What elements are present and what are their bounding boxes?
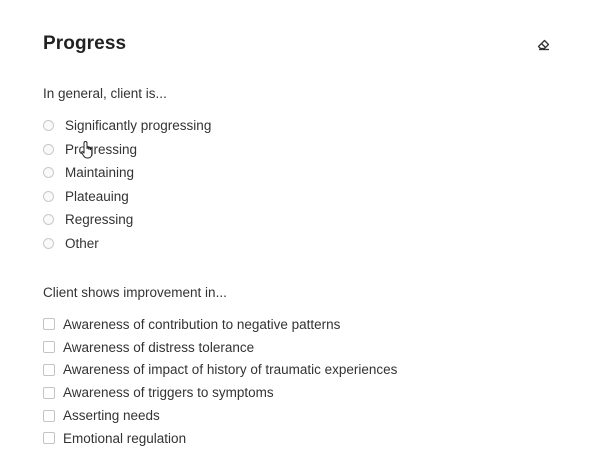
radio-option-significantly-progressing[interactable]: Significantly progressing xyxy=(43,114,211,138)
checkbox-option-label: Awareness of impact of history of trauma… xyxy=(63,362,398,378)
checkbox-option-label: Asserting needs xyxy=(63,408,160,424)
radio-option-maintaining[interactable]: Maintaining xyxy=(43,161,211,185)
checkbox-option-traumatic-experiences[interactable]: Awareness of impact of history of trauma… xyxy=(43,359,397,382)
checkbox-option-asserting-needs[interactable]: Asserting needs xyxy=(43,404,397,427)
radio-button[interactable] xyxy=(43,190,54,202)
radio-option-plateauing[interactable]: Plateauing xyxy=(43,185,211,209)
progress-panel: Progress In general, client is... Signif… xyxy=(0,0,600,465)
radio-button[interactable] xyxy=(43,237,54,249)
checkbox-option-label: Awareness of triggers to symptoms xyxy=(63,385,274,401)
section-title: Progress xyxy=(43,33,127,54)
checkbox[interactable] xyxy=(43,432,55,445)
radio-button[interactable] xyxy=(43,167,54,179)
radio-option-label: Plateauing xyxy=(65,188,129,204)
radio-option-label: Significantly progressing xyxy=(65,118,212,134)
clear-button[interactable] xyxy=(536,36,552,52)
eraser-icon xyxy=(537,39,550,51)
radio-option-label: Progressing xyxy=(65,141,138,157)
checkbox[interactable] xyxy=(43,318,55,331)
improvement-question-label: Client shows improvement in... xyxy=(43,285,227,300)
radio-button[interactable] xyxy=(43,120,54,132)
improvement-checkbox-group: Awareness of contribution to negative pa… xyxy=(43,313,397,450)
radio-option-label: Regressing xyxy=(65,212,134,228)
radio-button[interactable] xyxy=(43,214,54,226)
radio-option-regressing[interactable]: Regressing xyxy=(43,208,211,232)
checkbox-option-negative-patterns[interactable]: Awareness of contribution to negative pa… xyxy=(43,313,397,336)
checkbox[interactable] xyxy=(43,363,55,376)
checkbox-option-triggers-to-symptoms[interactable]: Awareness of triggers to symptoms xyxy=(43,381,397,404)
checkbox[interactable] xyxy=(43,386,55,399)
progress-radio-group: Significantly progressing Progressing Ma… xyxy=(43,114,211,255)
radio-option-progressing[interactable]: Progressing xyxy=(43,138,211,162)
checkbox-option-label: Awareness of contribution to negative pa… xyxy=(63,316,341,332)
radio-button[interactable] xyxy=(43,143,54,155)
radio-option-label: Other xyxy=(65,235,99,251)
checkbox-option-distress-tolerance[interactable]: Awareness of distress tolerance xyxy=(43,336,397,359)
progress-question-label: In general, client is... xyxy=(43,86,167,101)
checkbox[interactable] xyxy=(43,341,55,354)
radio-option-label: Maintaining xyxy=(65,165,135,181)
checkbox[interactable] xyxy=(43,409,55,422)
radio-option-other[interactable]: Other xyxy=(43,232,211,256)
checkbox-option-label: Awareness of distress tolerance xyxy=(63,339,255,355)
checkbox-option-emotional-regulation[interactable]: Emotional regulation xyxy=(43,427,397,450)
checkbox-option-label: Emotional regulation xyxy=(63,430,187,446)
